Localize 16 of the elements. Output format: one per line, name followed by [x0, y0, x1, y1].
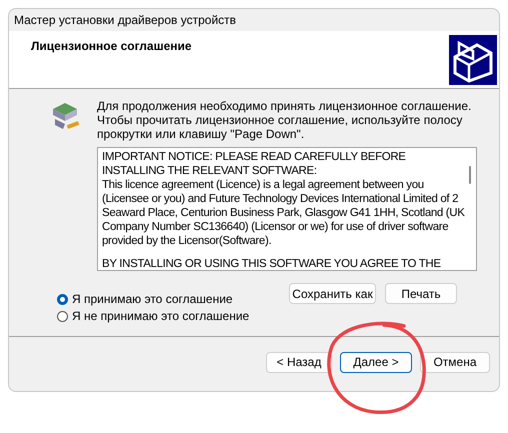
license-text-box[interactable] [97, 147, 477, 271]
wizard-button[interactable]: < Назад [266, 352, 332, 372]
license-paragraph: BY INSTALLING OR USING THIS SOFTWARE YOU AGREE TO THE [102, 257, 442, 270]
wizard-button[interactable]: Далее > [340, 352, 412, 372]
dialog-button[interactable]: Сохранить как [289, 283, 376, 304]
radio-label: Я принимаю это соглашение [72, 292, 233, 306]
license-paragraph: IMPORTANT NOTICE: PLEASE READ CAREFULLY BEFORE INSTALLING THE RELEVANT SOFTWARE: This licence agreement (Licence) is a legal agreement between you (Licensee or you) and Future Technology Devices International Limited of 2 Seaward Place, Centurion Business Park, Glasgow G41 1HH, Scotland (UK Company Number SC136640) (Licensor or we) for use of driver software provided by the Licensor(Software). [102, 150, 465, 248]
radio-icon[interactable] [57, 294, 68, 304]
window-title: Мастер установки драйверов устройств [13, 12, 238, 29]
instruction-text: Для продолжения необходимо принять лицензионное соглашение. Чтобы прочитать лицензионное соглашение, используйте полосу прокрутки или клавишу "Page Down". [97, 99, 472, 141]
wizard-button[interactable]: Отмена [420, 352, 490, 372]
radio-icon[interactable] [57, 310, 68, 322]
page-title: Лицензионное соглашение [31, 39, 192, 55]
scrollbar-thumb[interactable] [469, 166, 472, 184]
agreement-radio[interactable]: Я принимаю это соглашение [57, 292, 250, 306]
dialog-button[interactable]: Печать [385, 283, 457, 304]
